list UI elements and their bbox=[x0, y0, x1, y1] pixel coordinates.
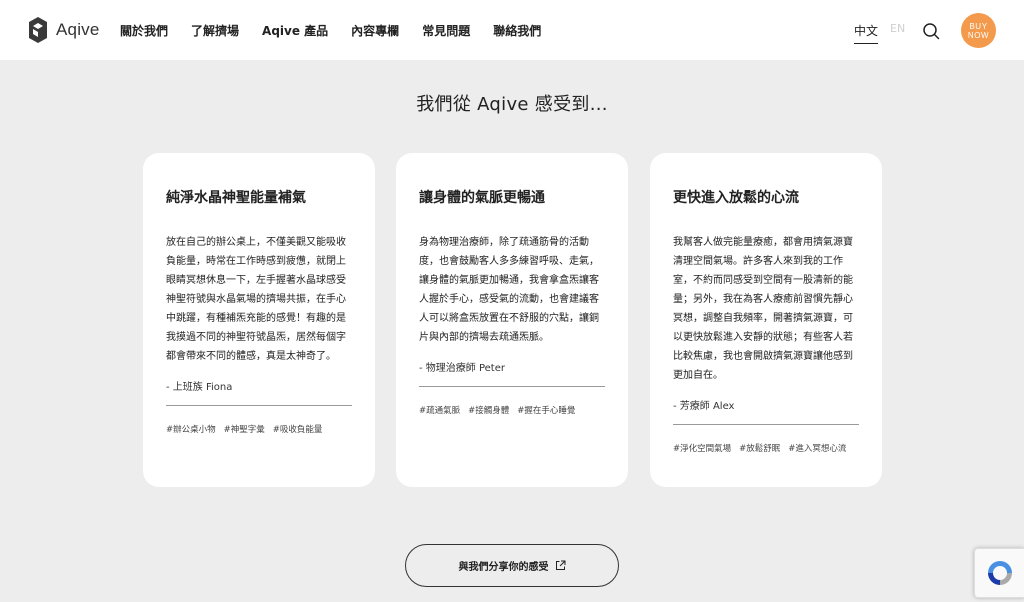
language-switcher: 中文 EN bbox=[854, 22, 905, 44]
card-author: - 上班族 Fiona bbox=[166, 382, 233, 393]
card-body-text: 我幫客人做完能量療癒，都會用擠氣源寶清理空間氣場。許多客人來到我的工作室，不約而… bbox=[673, 237, 853, 381]
card-body-text: 放在自己的辦公桌上，不僅美觀又能吸收負能量，時常在工作時感到疲憊，就閉上眼睛冥想… bbox=[166, 237, 346, 362]
section-title: 我們從 Aqive 感受到... bbox=[416, 94, 608, 115]
share-button-label: 與我們分享你的感受 bbox=[458, 562, 549, 573]
card-content: 我幫客人做完能量療癒，都會用擠氣源寶清理空間氣場。許多客人來到我的工作室，不約而… bbox=[673, 233, 859, 459]
card-tags: #淨化空間氣場 #放鬆舒眠 #進入冥想心流 bbox=[673, 440, 859, 459]
tag-link[interactable]: #辦公桌小物 bbox=[166, 421, 216, 440]
buy-now-button[interactable]: BUY NOW bbox=[961, 13, 996, 48]
card-content: 身為物理治療師，除了疏通筋骨的活動度，也會鼓勵客人多多練習呼吸、走氣，讓身體的氣… bbox=[419, 233, 605, 421]
testimonial-card: 純淨水晶神聖能量補氣 放在自己的辦公桌上，不僅美觀又能吸收負能量，時常在工作時感… bbox=[143, 153, 375, 487]
logo-text: Aqive bbox=[56, 20, 100, 39]
testimonial-card: 更快進入放鬆的心流 我幫客人做完能量療癒，都會用擠氣源寶清理空間氣場。許多客人來… bbox=[650, 153, 882, 487]
card-tags: #疏通氣脈 #接觸身體 #握在手心睡覺 bbox=[419, 402, 605, 421]
nav-item-contact[interactable]: 聯絡我們 bbox=[493, 22, 541, 39]
lang-en-option[interactable]: EN bbox=[890, 22, 905, 44]
card-content: 放在自己的辦公桌上，不僅美觀又能吸收負能量，時常在工作時感到疲憊，就閉上眼睛冥想… bbox=[166, 233, 352, 440]
card-divider bbox=[419, 386, 605, 387]
tag-link[interactable]: #放鬆舒眠 bbox=[739, 440, 780, 459]
aqive-logo-icon bbox=[29, 17, 47, 43]
tag-link[interactable]: #神聖字彙 bbox=[224, 421, 265, 440]
site-header: Aqive 關於我們 了解擠場 Aqive 產品 內容專欄 常見問題 聯絡我們 … bbox=[0, 0, 1024, 60]
tag-link[interactable]: #疏通氣脈 bbox=[419, 402, 460, 421]
brand-logo[interactable]: Aqive bbox=[28, 16, 100, 44]
nav-item-faq[interactable]: 常見問題 bbox=[422, 22, 470, 39]
card-author: - 物理治療師 Peter bbox=[419, 363, 505, 374]
card-divider bbox=[673, 424, 859, 425]
card-body-text: 身為物理治療師，除了疏通筋骨的活動度，也會鼓勵客人多多練習呼吸、走氣，讓身體的氣… bbox=[419, 237, 599, 343]
card-tags: #辦公桌小物 #神聖字彙 #吸收負能量 bbox=[166, 421, 352, 440]
tag-link[interactable]: #吸收負能量 bbox=[273, 421, 323, 440]
external-link-icon bbox=[555, 560, 565, 570]
main-nav: 關於我們 了解擠場 Aqive 產品 內容專欄 常見問題 聯絡我們 bbox=[120, 22, 564, 39]
lang-zh-option[interactable]: 中文 bbox=[854, 22, 879, 44]
card-author: - 芳療師 Alex bbox=[673, 401, 735, 412]
card-title: 讓身體的氣脈更暢通 bbox=[419, 190, 545, 206]
nav-item-about[interactable]: 關於我們 bbox=[120, 22, 168, 39]
tag-link[interactable]: #進入冥想心流 bbox=[788, 440, 846, 459]
tag-link[interactable]: #接觸身體 bbox=[468, 402, 509, 421]
nav-item-products[interactable]: Aqive 產品 bbox=[262, 22, 328, 39]
nav-item-learn[interactable]: 了解擠場 bbox=[191, 22, 239, 39]
buy-now-line2: NOW bbox=[967, 30, 990, 40]
tag-link[interactable]: #握在手心睡覺 bbox=[517, 402, 575, 421]
card-title: 純淨水晶神聖能量補氣 bbox=[166, 190, 306, 206]
tag-link[interactable]: #淨化空間氣場 bbox=[673, 440, 731, 459]
share-feedback-button[interactable]: 與我們分享你的感受 bbox=[405, 544, 619, 587]
nav-item-articles[interactable]: 內容專欄 bbox=[351, 22, 399, 39]
recaptcha-icon bbox=[987, 561, 1012, 585]
search-icon[interactable] bbox=[922, 22, 940, 40]
card-title: 更快進入放鬆的心流 bbox=[673, 190, 799, 206]
recaptcha-badge[interactable] bbox=[974, 548, 1024, 598]
testimonial-card: 讓身體的氣脈更暢通 身為物理治療師，除了疏通筋骨的活動度，也會鼓勵客人多多練習呼… bbox=[396, 153, 628, 487]
buy-now-line1: BUY bbox=[969, 21, 988, 31]
card-divider bbox=[166, 405, 352, 406]
